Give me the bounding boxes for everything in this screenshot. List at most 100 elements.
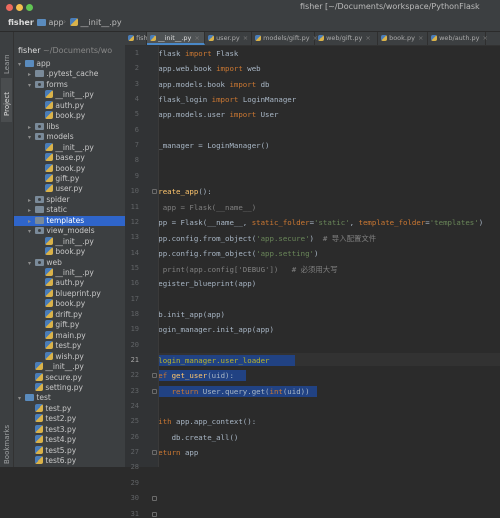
tree-file-item[interactable]: main.py (14, 330, 125, 341)
tree-file-item[interactable]: test4.py (14, 435, 125, 445)
learn-tool-button[interactable]: Learn (3, 54, 11, 74)
folder-icon (25, 394, 34, 402)
zoom-window-button[interactable] (26, 4, 33, 11)
editor-tab[interactable]: web/auth.py × (428, 32, 488, 45)
tree-item-label: spider (44, 194, 70, 204)
python-file-icon (35, 456, 43, 465)
line-number: 6 (134, 125, 139, 134)
code-line: # app = Flask(__name__) (162, 202, 257, 212)
chevron-right-icon: › (63, 17, 67, 26)
tree-file-item[interactable]: test3.py (14, 424, 125, 435)
code-editor[interactable]: from flask import Flask from app.web.book… (159, 46, 500, 467)
tree-file-item[interactable]: auth.py (14, 278, 125, 288)
editor-tab[interactable]: user.py × (205, 32, 252, 45)
tree-file-item[interactable]: blueprint.py (14, 288, 125, 299)
breadcrumb-project[interactable]: fisher (8, 18, 34, 27)
tree-file-item[interactable]: auth.py (14, 100, 125, 111)
tree-folder-item[interactable]: ▾ web (14, 258, 125, 268)
line-number: 10 (130, 187, 139, 196)
editor-tab[interactable]: fisher.py (125, 32, 164, 45)
tree-file-item[interactable]: test2.py (14, 414, 125, 424)
close-tab-icon[interactable]: × (194, 34, 199, 42)
code-line: @login_manager.user_loader (159, 356, 270, 365)
python-file-icon (35, 435, 43, 444)
tree-folder-item[interactable]: ▸ static (14, 205, 125, 215)
project-root-path: ~/Documents/wo (43, 46, 113, 55)
tree-file-item[interactable]: gift.py (14, 173, 125, 184)
close-tab-icon[interactable]: × (243, 34, 248, 42)
tree-file-item[interactable]: __init__.py (14, 268, 125, 278)
tree-folder-item[interactable]: ▸ libs (14, 122, 125, 132)
tree-file-item[interactable]: test6.py (14, 456, 125, 466)
title-bar: fisher [~/Documents/workspace/PythonFlas… (0, 0, 500, 16)
tree-file-item[interactable]: drift.py (14, 309, 125, 320)
tree-item-label: __init__.py (53, 236, 94, 246)
tree-folder-item[interactable]: ▸ templates (14, 215, 125, 226)
line-number: 29 (130, 478, 139, 487)
fold-marker-icon[interactable] (152, 189, 157, 195)
tree-file-item[interactable]: test.py (14, 341, 125, 351)
tab-label: web/auth.py (437, 34, 480, 42)
tree-file-item[interactable]: __init__.py (14, 236, 125, 247)
tab-label: models/gift.py (261, 34, 310, 42)
tree-file-item[interactable]: gift.py (14, 320, 125, 330)
code-line: db.create_all() (171, 432, 239, 442)
fold-marker-icon[interactable] (152, 388, 157, 394)
tree-file-item[interactable]: __init__.py (14, 362, 125, 372)
fold-marker-icon[interactable] (152, 496, 157, 502)
tab-label: user.py (214, 34, 240, 42)
folder-icon (35, 70, 44, 78)
breadcrumb-file[interactable]: __init__.py (70, 18, 122, 27)
project-root[interactable]: fisher ~/Documents/wo (18, 46, 112, 55)
breadcrumb-folder[interactable]: app (37, 18, 64, 27)
tree-file-item[interactable]: secure.py (14, 372, 125, 383)
close-tab-icon[interactable]: × (365, 34, 370, 42)
tree-file-item[interactable]: base.py (14, 153, 125, 163)
tree-file-item[interactable]: setting.py (14, 382, 125, 393)
tree-folder-item[interactable]: ▾ app (14, 59, 125, 69)
tab-label: book.py (387, 34, 415, 42)
line-number: 31 (130, 509, 139, 518)
code-line: login_manager.init_app(app) (159, 325, 274, 335)
tree-item-label: test2.py (43, 414, 77, 424)
editor-tab-bar: fisher.py __init__.py× user.py× models/g… (125, 32, 500, 46)
tree-file-item[interactable]: test5.py (14, 445, 125, 456)
project-tool-button[interactable]: Project (3, 92, 11, 116)
close-tab-icon[interactable]: × (483, 34, 488, 42)
chevron-right-icon: › (31, 17, 35, 26)
tree-folder-item[interactable]: ▸ .pytest_cache (14, 69, 125, 79)
tree-file-item[interactable]: book.py (14, 299, 125, 309)
python-file-icon (45, 351, 53, 360)
tree-file-item[interactable]: book.py (14, 247, 125, 257)
breadcrumb-file-label: __init__.py (80, 18, 122, 27)
python-file-icon (45, 299, 53, 308)
close-tab-icon[interactable]: × (418, 34, 423, 42)
fold-marker-icon[interactable] (152, 511, 157, 517)
tree-folder-item[interactable]: ▸ spider (14, 195, 125, 205)
tree-item-label: test4.py (43, 435, 77, 445)
tree-folder-item[interactable]: ▾ models (14, 132, 125, 142)
tree-file-item[interactable]: test.py (14, 403, 125, 414)
fold-marker-icon[interactable] (152, 373, 157, 379)
editor-tab[interactable]: __init__.py × (147, 32, 205, 45)
editor-tab[interactable]: web/gift.py × (315, 32, 378, 45)
tree-item-label: __init__.py (53, 90, 94, 100)
tree-file-item[interactable]: __init__.py (14, 142, 125, 153)
tree-item-label: auth.py (53, 278, 85, 288)
editor-tab[interactable]: book.py × (378, 32, 428, 45)
tree-folder-item[interactable]: ▾ test (14, 393, 125, 403)
tree-file-item[interactable]: book.py (14, 111, 125, 121)
close-window-button[interactable] (6, 4, 13, 11)
tree-file-item[interactable]: user.py (14, 184, 125, 194)
bookmarks-tool-button[interactable]: Bookmarks (3, 425, 11, 464)
tree-folder-item[interactable]: ▾ view_models (14, 226, 125, 236)
tree-file-item[interactable]: wish.py (14, 351, 125, 362)
tree-file-item[interactable]: book.py (14, 163, 125, 174)
package-folder-icon (35, 195, 44, 203)
python-file-icon (45, 142, 53, 151)
editor-tab[interactable]: models/gift.py × (252, 32, 318, 45)
tree-file-item[interactable]: __init__.py (14, 90, 125, 100)
minimize-window-button[interactable] (16, 4, 23, 11)
fold-marker-icon[interactable] (152, 450, 157, 456)
tree-folder-item[interactable]: ▾ forms (14, 80, 125, 90)
